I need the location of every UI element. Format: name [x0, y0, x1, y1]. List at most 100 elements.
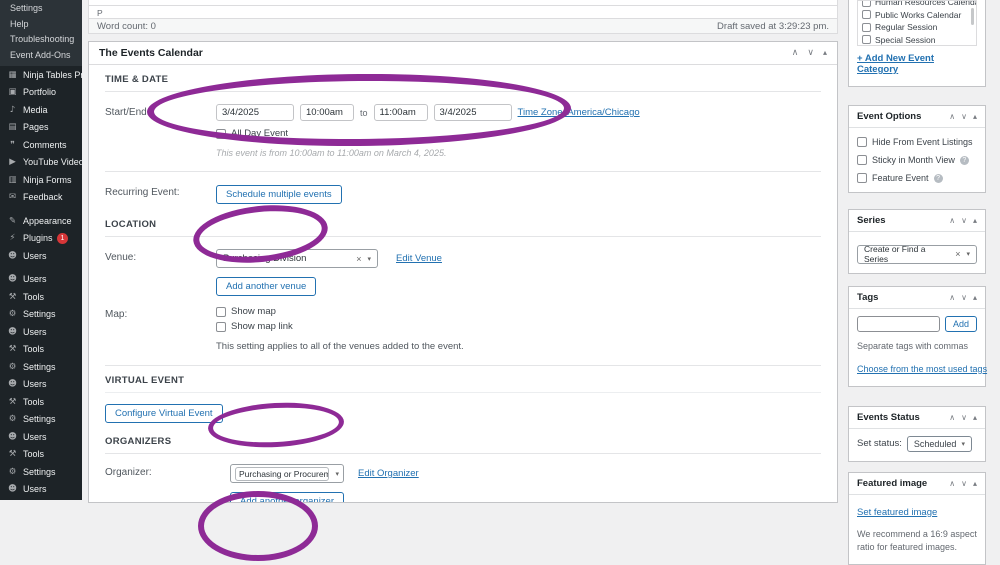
sidebar-item-users-5[interactable]: ☻Users — [0, 428, 82, 446]
sidebar-item-settings-2[interactable]: ⚙Settings — [0, 358, 82, 376]
move-up-icon[interactable]: ∧ — [792, 48, 799, 58]
sticky-month-view-checkbox[interactable] — [857, 155, 867, 165]
sidebar-item-youtube-videos[interactable]: ▶YouTube Videos — [0, 154, 82, 172]
move-down-icon[interactable]: ∨ — [961, 112, 967, 121]
video-icon: ▶ — [7, 157, 18, 167]
category-checkbox[interactable] — [862, 23, 871, 32]
show-map-link-checkbox[interactable] — [216, 322, 226, 332]
toggle-panel-icon[interactable]: ▴ — [973, 216, 977, 225]
series-dropdown-icon[interactable]: ▾ — [966, 250, 970, 258]
submenu-item-event-add-ons[interactable]: Event Add-Ons — [0, 48, 82, 64]
set-featured-image-link[interactable]: Set featured image — [857, 507, 937, 518]
option-row[interactable]: Hide From Event Listings — [857, 137, 977, 147]
sidebar-item-settings-3[interactable]: ⚙Settings — [0, 411, 82, 429]
category-checkbox[interactable] — [862, 10, 871, 19]
most-used-tags-link[interactable]: Choose from the most used tags — [857, 364, 987, 374]
toggle-panel-icon[interactable]: ▴ — [973, 413, 977, 422]
section-heading-virtual-event: VIRTUAL EVENT — [105, 366, 821, 393]
move-down-icon[interactable]: ∨ — [961, 216, 967, 225]
move-up-icon[interactable]: ∧ — [949, 112, 955, 121]
configure-virtual-event-button[interactable]: Configure Virtual Event — [105, 404, 223, 423]
feature-event-checkbox[interactable] — [857, 173, 867, 183]
move-down-icon[interactable]: ∨ — [961, 479, 967, 488]
toggle-panel-icon[interactable]: ▴ — [973, 112, 977, 121]
move-down-icon[interactable]: ∨ — [961, 293, 967, 302]
category-item[interactable]: Public Works Calendar — [862, 9, 972, 22]
tags-input[interactable] — [857, 316, 940, 332]
status-dropdown[interactable]: Scheduled ▾ — [907, 436, 972, 452]
move-up-icon[interactable]: ∧ — [949, 293, 955, 302]
category-item[interactable]: Special Session — [862, 34, 972, 47]
sidebar-item-comments[interactable]: ❞Comments — [0, 136, 82, 154]
all-day-checkbox[interactable] — [216, 129, 226, 139]
category-label: Public Works Calendar — [875, 10, 961, 20]
sidebar-item-users-3[interactable]: ☻Users — [0, 323, 82, 341]
sidebar-item-feedback[interactable]: ✉Feedback — [0, 189, 82, 207]
add-tag-button[interactable]: Add — [945, 316, 977, 332]
organizer-dropdown-icon[interactable]: ▾ — [335, 470, 339, 478]
category-item[interactable]: Regular Session — [862, 21, 972, 34]
sidebar-item-tools-3[interactable]: ⚒Tools — [0, 393, 82, 411]
category-list-scrollbar[interactable] — [971, 8, 974, 25]
toggle-panel-icon[interactable]: ▴ — [973, 479, 977, 488]
sidebar-item-portfolio[interactable]: ▣Portfolio — [0, 84, 82, 102]
sidebar-item-ninja-forms[interactable]: ▥Ninja Forms — [0, 171, 82, 189]
end-date-input[interactable] — [434, 104, 512, 121]
sidebar-item-tools-2[interactable]: ⚒Tools — [0, 341, 82, 359]
edit-organizer-link[interactable]: Edit Organizer — [358, 468, 419, 479]
timezone-link[interactable]: Time Zone: America/Chicago — [518, 107, 640, 118]
wp-admin-sidebar: Settings Help Troubleshooting Event Add-… — [0, 0, 82, 500]
edit-venue-link[interactable]: Edit Venue — [396, 253, 442, 264]
sidebar-item-tools[interactable]: ⚒Tools — [0, 288, 82, 306]
schedule-multiple-events-button[interactable]: Schedule multiple events — [216, 185, 342, 204]
clear-series-icon[interactable]: × — [955, 249, 960, 259]
hide-from-listings-checkbox[interactable] — [857, 137, 867, 147]
move-down-icon[interactable]: ∨ — [807, 48, 814, 58]
recurring-event-label: Recurring Event: — [105, 184, 216, 204]
option-row[interactable]: Feature Event? — [857, 173, 977, 183]
end-time-input[interactable] — [374, 104, 428, 121]
sidebar-item-users-4[interactable]: ☻Users — [0, 376, 82, 394]
move-up-icon[interactable]: ∧ — [949, 479, 955, 488]
organizer-select[interactable]: Purchasing or Procurement × ▾ — [230, 464, 344, 483]
add-another-venue-button[interactable]: Add another venue — [216, 277, 316, 296]
editor-element-path[interactable]: P — [89, 5, 837, 18]
sidebar-item-settings[interactable]: ⚙Settings — [0, 306, 82, 324]
help-icon[interactable]: ? — [960, 156, 969, 165]
toggle-panel-icon[interactable]: ▴ — [973, 293, 977, 302]
option-row[interactable]: Sticky in Month View? — [857, 155, 977, 165]
show-map-checkbox[interactable] — [216, 307, 226, 317]
add-new-event-category-link[interactable]: + Add New Event Category — [857, 53, 977, 75]
category-item[interactable]: Human Resources Calendar — [862, 0, 972, 9]
sidebar-item-appearance[interactable]: ✎Appearance — [0, 212, 82, 230]
venue-dropdown-icon[interactable]: ▾ — [367, 255, 371, 263]
appearance-icon: ✎ — [7, 216, 18, 226]
move-up-icon[interactable]: ∧ — [949, 216, 955, 225]
move-up-icon[interactable]: ∧ — [949, 413, 955, 422]
start-time-input[interactable] — [300, 104, 354, 121]
submenu-item-troubleshooting[interactable]: Troubleshooting — [0, 32, 82, 48]
sidebar-item-users-6[interactable]: ☻Users — [0, 481, 82, 499]
sidebar-item-settings-4[interactable]: ⚙Settings — [0, 463, 82, 481]
sidebar-item-plugins[interactable]: ⚡Plugins1 — [0, 230, 82, 248]
add-another-organizer-button[interactable]: Add another organizer — [230, 492, 344, 503]
category-list[interactable]: Human Resources Calendar Public Works Ca… — [857, 0, 977, 46]
venue-select[interactable]: Purchasing Division × ▾ — [216, 249, 378, 268]
toggle-panel-icon[interactable]: ▴ — [823, 48, 827, 58]
help-icon[interactable]: ? — [934, 174, 943, 183]
sidebar-item-label: Users — [23, 432, 47, 442]
sidebar-item-tools-4[interactable]: ⚒Tools — [0, 446, 82, 464]
sidebar-item-media[interactable]: ♪Media — [0, 101, 82, 119]
series-select[interactable]: Create or Find a Series × ▾ — [857, 245, 977, 264]
category-checkbox[interactable] — [862, 35, 871, 44]
sidebar-item-users-2[interactable]: ☻Users — [0, 271, 82, 289]
sidebar-item-ninja-tables-pro[interactable]: ▦Ninja Tables Pro — [0, 66, 82, 84]
sidebar-item-users[interactable]: ☻Users — [0, 247, 82, 265]
move-down-icon[interactable]: ∨ — [961, 413, 967, 422]
start-date-input[interactable] — [216, 104, 294, 121]
submenu-item-settings[interactable]: Settings — [0, 1, 82, 17]
category-checkbox[interactable] — [862, 0, 871, 7]
sidebar-item-pages[interactable]: ▤Pages — [0, 119, 82, 137]
submenu-item-help[interactable]: Help — [0, 17, 82, 33]
clear-venue-icon[interactable]: × — [356, 254, 361, 264]
